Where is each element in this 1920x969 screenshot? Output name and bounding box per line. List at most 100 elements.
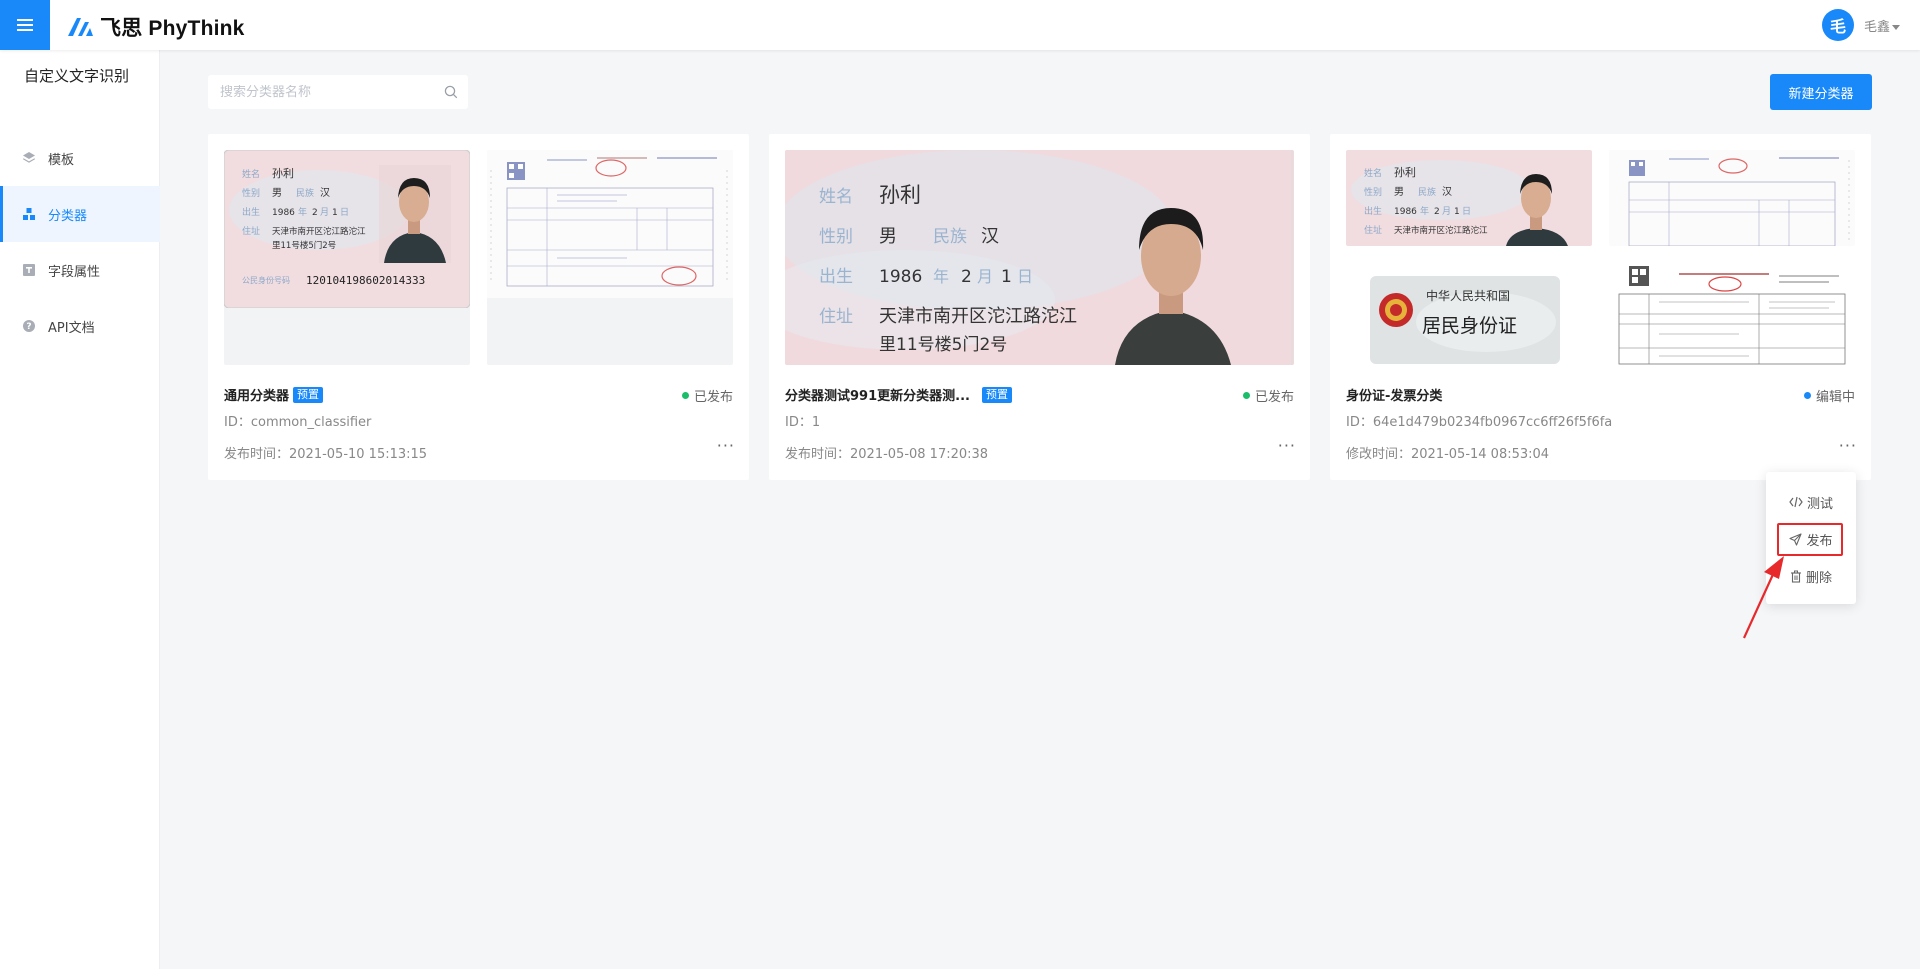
thumbnail: 姓名 孙利 性别 男 民族 汉 出生 1986 年 2 月 1 日 住址 天津市… xyxy=(1346,150,1592,246)
code-icon xyxy=(1789,496,1803,508)
id-birth-month: 2 xyxy=(961,267,972,287)
id-birth-month-unit: 月 xyxy=(1442,206,1451,217)
id-birth-year-unit: 年 xyxy=(933,267,949,286)
search-input[interactable] xyxy=(220,84,430,100)
id-name-value: 孙利 xyxy=(1394,166,1416,179)
menu-item-label: 删除 xyxy=(1805,570,1832,586)
invoice-image xyxy=(1609,150,1855,246)
sidebar-item-template[interactable]: 模板 xyxy=(0,130,160,186)
id-address-label: 住址 xyxy=(242,225,260,237)
preset-badge: 预置 xyxy=(293,386,324,403)
id-card-front-image: 姓名 孙利 性别 男 民族 汉 出生 1986 年 2 月 1 日 住址 天津市… xyxy=(1346,150,1592,246)
id-birth-month-unit: 月 xyxy=(320,207,329,218)
status-text: 编辑中 xyxy=(1815,390,1855,405)
card-title-text: 身份证-发票分类 xyxy=(1346,389,1443,404)
card-time: 发布时间：2021-05-10 15:13:15 xyxy=(224,447,428,462)
id-ethnicity-value: 汉 xyxy=(981,226,999,247)
id-birth-month-unit: 月 xyxy=(977,267,993,286)
brand-name: 飞思 PhyThink xyxy=(100,17,245,40)
id-birth-year: 1986 xyxy=(879,267,922,287)
id-sex-value: 男 xyxy=(879,226,897,247)
classifier-icon xyxy=(22,207,36,221)
more-options-icon[interactable]: ··· xyxy=(717,436,735,455)
caret-down-icon xyxy=(1892,25,1901,30)
id-ethnicity-label: 民族 xyxy=(933,227,967,247)
id-birth-month: 2 xyxy=(312,208,318,218)
card-title: 分类器测试991更新分类器测... 预置 xyxy=(785,385,1012,404)
thumbnail: 姓名 孙利 性别 男 民族 汉 出生 1986 年 2 月 1 日 住址 天津市… xyxy=(224,150,470,365)
id-birth-label: 出生 xyxy=(819,267,853,287)
id-birth-year-unit: 年 xyxy=(298,206,307,218)
card-title-text: 分类器测试991更新分类器测... xyxy=(785,389,970,404)
id-name-value: 孙利 xyxy=(879,183,921,207)
id-name-label: 姓名 xyxy=(242,168,260,180)
sidebar-item-field-attributes[interactable]: 字段属性 xyxy=(0,242,160,298)
text-field-icon xyxy=(22,263,36,277)
id-number-label: 公民身份号码 xyxy=(242,275,290,285)
preset-badge: 预置 xyxy=(981,386,1012,403)
new-classifier-button[interactable]: 新建分类器 xyxy=(1770,74,1872,110)
id-address-line2: 里11号楼5门2号 xyxy=(879,335,1007,355)
id-birth-day: 1 xyxy=(1454,207,1460,217)
user-avatar[interactable]: 毛 xyxy=(1822,9,1854,41)
id-card-front-image: 姓名 孙利 性别 男 民族 汉 出生 1986 年 2 月 1 日 住址 天津市… xyxy=(224,150,470,308)
sidebar-item-api-docs[interactable]: ? API文档 xyxy=(0,298,160,354)
id-sex-label: 性别 xyxy=(1364,186,1382,198)
sidebar-item-label: 字段属性 xyxy=(48,264,101,280)
more-options-icon[interactable]: ··· xyxy=(1839,436,1857,455)
status-dot-icon xyxy=(1242,392,1250,399)
id-ethnicity-value: 汉 xyxy=(1442,186,1452,198)
card-id: ID：common_classifier xyxy=(224,415,372,430)
id-address-line1: 天津市南开区沱江路沱江 xyxy=(272,226,366,237)
classifier-card[interactable]: 姓名 孙利 性别 男 民族 汉 出生 1986 年 2 月 1 日 住址 天津市… xyxy=(208,134,749,480)
classifier-card[interactable]: 姓名 孙利 性别 男 民族 汉 出生 1986 年 2 月 1 日 住址 天津市… xyxy=(769,134,1310,480)
card-title: 通用分类器 预置 xyxy=(224,385,324,404)
menu-toggle-button[interactable] xyxy=(0,0,50,50)
sidebar-item-label: 模板 xyxy=(48,152,75,168)
classifier-card[interactable]: 姓名 孙利 性别 男 民族 汉 出生 1986 年 2 月 1 日 住址 天津市… xyxy=(1330,134,1871,480)
id-ethnicity-label: 民族 xyxy=(296,187,314,199)
id-address-label: 住址 xyxy=(819,307,853,327)
thumbnail xyxy=(1609,262,1855,365)
id-birth-label: 出生 xyxy=(1364,205,1382,217)
card-id: ID：1 xyxy=(785,415,821,430)
card-thumbnails: 姓名 孙利 性别 男 民族 汉 出生 1986 年 2 月 1 日 住址 天津市… xyxy=(1346,150,1855,365)
id-birth-day-unit: 日 xyxy=(1462,206,1471,217)
annotation-arrow-icon xyxy=(1742,556,1784,639)
help-circle-icon: ? xyxy=(22,319,36,333)
menu-item-test[interactable]: 测试 xyxy=(1766,487,1856,517)
menu-item-label: 测试 xyxy=(1806,496,1833,512)
id-address-line1: 天津市南开区沱江路沱江 xyxy=(879,306,1077,327)
invoice-image xyxy=(1609,262,1855,365)
country-name: 中华人民共和国 xyxy=(1426,288,1510,303)
status-dot-icon xyxy=(681,392,689,399)
card-thumbnails: 姓名 孙利 性别 男 民族 汉 出生 1986 年 2 月 1 日 住址 天津市… xyxy=(224,150,733,365)
status-badge: 已发布 xyxy=(1242,386,1294,405)
status-dot-icon xyxy=(1803,392,1811,399)
id-sex-value: 男 xyxy=(1394,186,1404,198)
id-name-label: 姓名 xyxy=(1364,167,1382,179)
status-badge: 已发布 xyxy=(681,386,733,405)
id-birth-year: 1986 xyxy=(272,208,295,218)
card-title-text: 通用分类器 xyxy=(224,389,290,404)
card-thumbnails: 姓名 孙利 性别 男 民族 汉 出生 1986 年 2 月 1 日 住址 天津市… xyxy=(785,150,1294,365)
id-birth-day-unit: 日 xyxy=(340,207,349,218)
brand-logo[interactable]: 飞思 PhyThink xyxy=(66,12,245,42)
phythink-logo-icon xyxy=(68,18,93,36)
more-options-icon[interactable]: ··· xyxy=(1278,436,1296,455)
invoice-image xyxy=(487,150,733,298)
id-card-front-large-image: 姓名 孙利 性别 男 民族 汉 出生 1986 年 2 月 1 日 住址 天津市… xyxy=(785,150,1294,365)
svg-text:?: ? xyxy=(26,322,31,332)
sidebar: 自定义文字识别 模板 分类器 字段属性 ? API文档 xyxy=(0,50,160,969)
id-sex-label: 性别 xyxy=(242,187,260,199)
search-icon[interactable] xyxy=(444,85,458,99)
sidebar-item-classifier[interactable]: 分类器 xyxy=(0,186,160,242)
status-badge: 编辑中 xyxy=(1803,386,1855,405)
id-birth-month: 2 xyxy=(1434,207,1440,217)
id-sex-value: 男 xyxy=(272,187,282,199)
user-menu[interactable]: 毛鑫 xyxy=(1864,16,1901,35)
card-time: 发布时间：2021-05-08 17:20:38 xyxy=(785,447,989,462)
status-text: 已发布 xyxy=(693,390,733,405)
id-sex-label: 性别 xyxy=(819,227,853,247)
document-name: 居民身份证 xyxy=(1422,315,1517,337)
